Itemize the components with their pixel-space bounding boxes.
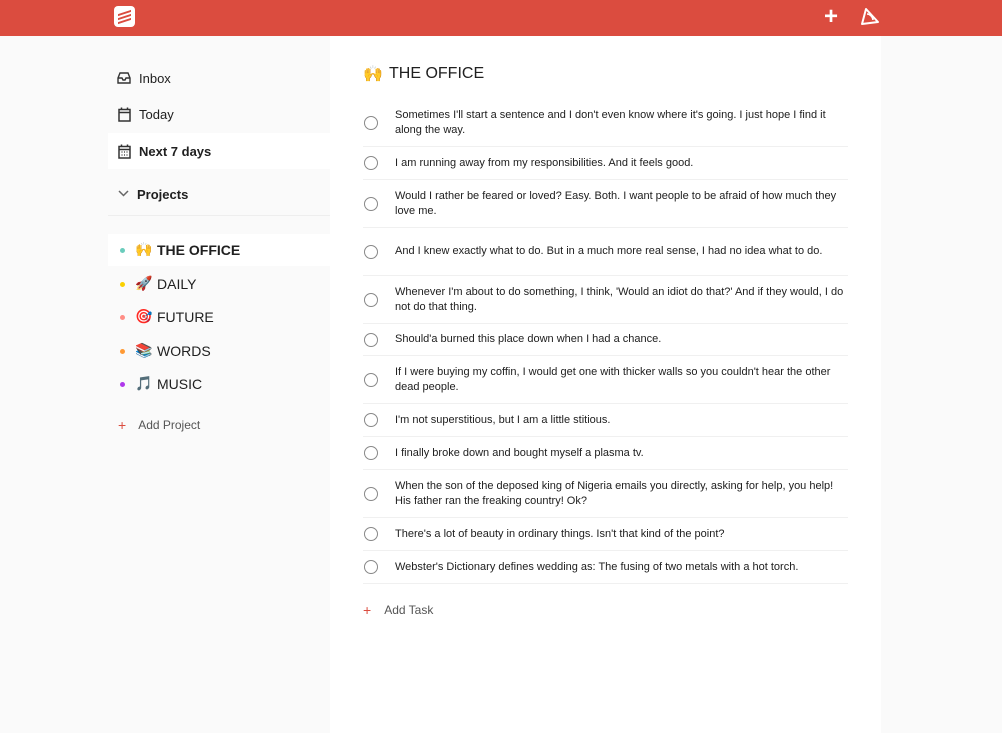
project-the-office[interactable]: 🙌 THE OFFICE [108, 234, 330, 266]
sidebar: Inbox Today Next 7 days Projects 🙌 THE O… [0, 36, 330, 733]
task-content[interactable]: Should'a burned this place down when I h… [395, 332, 845, 347]
task-checkbox[interactable] [364, 413, 378, 427]
project-daily[interactable]: 🚀 DAILY [108, 268, 330, 300]
task-item[interactable]: I am running away from my responsibiliti… [363, 147, 848, 180]
sidebar-item-next-7-days[interactable]: Next 7 days [108, 133, 330, 169]
task-content[interactable]: I'm not superstitious, but I am a little… [395, 413, 845, 428]
project-content: 🙌 THE OFFICE Sometimes I'll start a sent… [330, 36, 881, 733]
music-note-icon: 🎵 [135, 376, 153, 392]
task-item[interactable]: If I were buying my coffin, I would get … [363, 356, 848, 404]
target-icon: 🎯 [135, 309, 153, 325]
project-color-dot [120, 381, 125, 387]
rocket-icon: 🚀 [135, 276, 153, 292]
task-item[interactable]: I'm not superstitious, but I am a little… [363, 404, 848, 437]
project-future[interactable]: 🎯 FUTURE [108, 301, 330, 333]
sidebar-item-label: Today [139, 106, 174, 122]
task-checkbox[interactable] [364, 560, 378, 574]
plus-icon: + [363, 602, 372, 618]
task-content[interactable]: I finally broke down and bought myself a… [395, 446, 845, 461]
task-item[interactable]: Sometimes I'll start a sentence and I do… [363, 100, 848, 147]
projects-header[interactable]: Projects [108, 174, 330, 214]
project-label: WORDS [157, 343, 211, 359]
task-content[interactable]: And I knew exactly what to do. But in a … [395, 244, 845, 259]
quick-add-button[interactable]: + [819, 5, 843, 29]
sidebar-item-label: Next 7 days [139, 143, 212, 159]
task-item[interactable]: There's a lot of beauty in ordinary thin… [363, 518, 848, 551]
task-content[interactable]: If I were buying my coffin, I would get … [395, 365, 845, 395]
task-checkbox[interactable] [364, 196, 378, 211]
task-checkbox[interactable] [364, 332, 378, 347]
project-label: THE OFFICE [157, 242, 241, 258]
task-content[interactable]: There's a lot of beauty in ordinary thin… [395, 527, 845, 542]
todoist-logo-icon[interactable] [114, 6, 135, 27]
task-item[interactable]: Would I rather be feared or loved? Easy.… [363, 180, 848, 228]
task-checkbox[interactable] [364, 372, 378, 387]
task-content[interactable]: Webster's Dictionary defines wedding as:… [395, 560, 845, 575]
sidebar-item-today[interactable]: Today [108, 96, 330, 132]
task-content[interactable]: I am running away from my responsibiliti… [395, 156, 845, 171]
add-project-button[interactable]: + Add Project [108, 417, 200, 433]
project-label: DAILY [157, 276, 197, 292]
chevron-down-icon [118, 188, 129, 200]
sidebar-item-label: Inbox [139, 70, 171, 86]
task-item[interactable]: Whenever I'm about to do something, I th… [363, 276, 848, 324]
sidebar-item-inbox[interactable]: Inbox [108, 60, 330, 96]
project-label: FUTURE [157, 309, 214, 325]
task-checkbox[interactable] [364, 486, 378, 501]
task-content[interactable]: Sometimes I'll start a sentence and I do… [395, 108, 845, 138]
add-project-label: Add Project [138, 418, 201, 432]
project-title: THE OFFICE [389, 64, 485, 82]
plus-icon: + [118, 417, 127, 433]
task-checkbox[interactable] [364, 446, 378, 460]
task-checkbox[interactable] [364, 292, 378, 307]
projects-label: Projects [137, 186, 189, 202]
task-content[interactable]: Whenever I'm about to do something, I th… [395, 285, 845, 315]
project-label: MUSIC [157, 376, 203, 392]
calendar-week-icon [116, 144, 132, 159]
task-content[interactable]: Would I rather be feared or loved? Easy.… [395, 189, 845, 219]
project-music[interactable]: 🎵 MUSIC [108, 368, 330, 400]
task-item[interactable]: Should'a burned this place down when I h… [363, 324, 848, 356]
task-content[interactable]: When the son of the deposed king of Nige… [395, 479, 845, 509]
project-color-dot [120, 348, 125, 354]
page-title: 🙌 THE OFFICE [363, 64, 484, 83]
raising-hands-icon: 🙌 [135, 242, 153, 258]
project-words[interactable]: 📚 WORDS [108, 335, 330, 367]
top-bar: + [0, 0, 1002, 36]
project-color-dot [120, 314, 125, 320]
task-checkbox[interactable] [364, 527, 378, 541]
task-item[interactable]: Webster's Dictionary defines wedding as:… [363, 551, 848, 584]
task-checkbox[interactable] [364, 244, 378, 259]
project-color-dot [120, 281, 125, 287]
raising-hands-icon: 🙌 [363, 64, 383, 83]
books-icon: 📚 [135, 343, 153, 359]
add-task-label: Add Task [384, 603, 434, 617]
add-task-button[interactable]: + Add Task [363, 602, 433, 618]
project-color-dot [120, 247, 125, 253]
productivity-icon[interactable] [858, 5, 882, 29]
inbox-icon [116, 72, 132, 84]
task-checkbox[interactable] [364, 116, 378, 130]
task-item[interactable]: When the son of the deposed king of Nige… [363, 470, 848, 518]
divider [108, 215, 330, 216]
task-item[interactable]: I finally broke down and bought myself a… [363, 437, 848, 470]
calendar-icon [116, 107, 132, 122]
task-item[interactable]: And I knew exactly what to do. But in a … [363, 228, 848, 276]
task-checkbox[interactable] [364, 156, 378, 170]
